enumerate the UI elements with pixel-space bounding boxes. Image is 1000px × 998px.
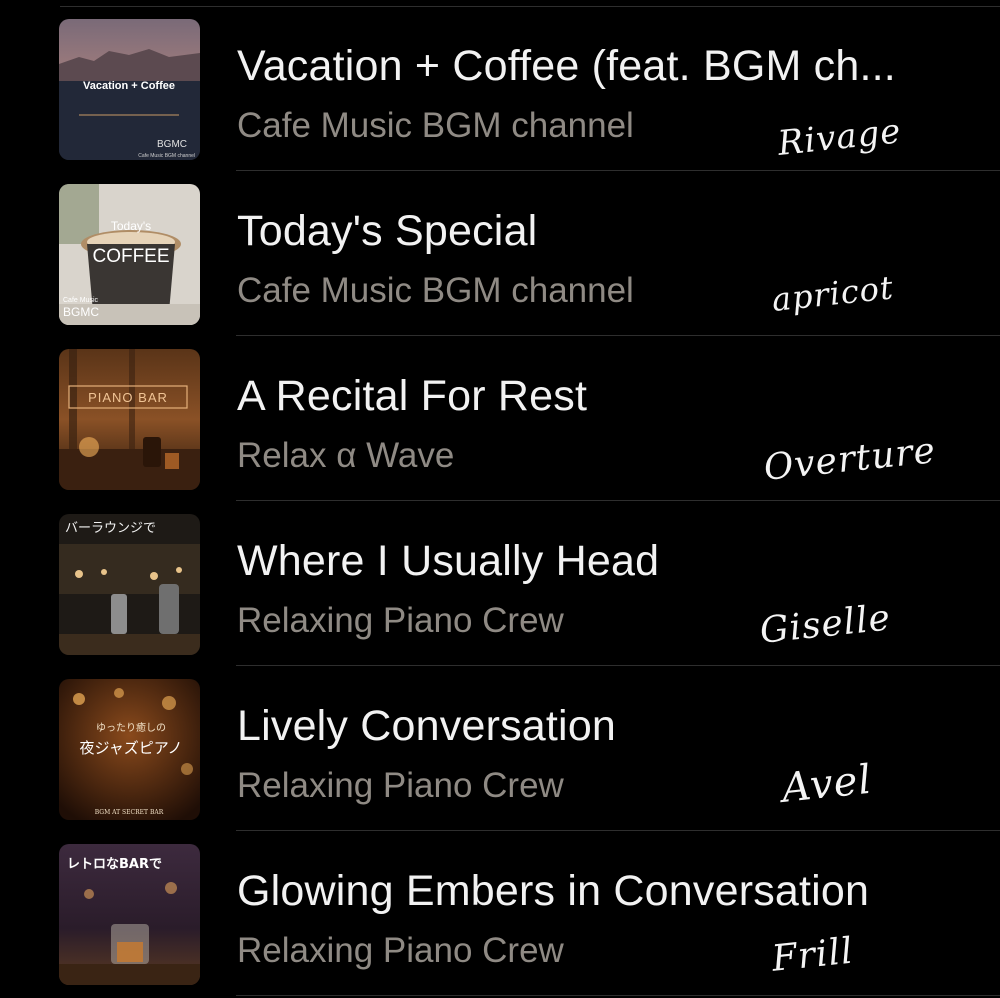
cover-text: レトロなBARで xyxy=(67,857,162,872)
script-signature: Giselle xyxy=(757,597,893,652)
track-title: Glowing Embers in Conversation xyxy=(237,867,870,915)
script-signature: Avel xyxy=(779,756,875,812)
track-title: Lively Conversation xyxy=(237,702,617,750)
cover-title: 夜ジャズピアノ xyxy=(80,739,183,757)
cover-title: COFFEE xyxy=(92,246,169,267)
script-signature: Overture xyxy=(761,430,938,489)
cover-small-text: BGM AT SECRET BAR xyxy=(95,809,164,816)
track-title: Vacation + Coffee (feat. BGM ch... xyxy=(237,42,896,90)
track-artist: Cafe Music BGM channel xyxy=(237,106,634,145)
track-row[interactable]: ゆったり癒しの 夜ジャズピアノ BGM AT SECRET BAR Lively… xyxy=(0,666,1000,831)
track-artist: Relax α Wave xyxy=(237,436,455,475)
harbor-city-cover-art: Vacation + Coffee BGMC Cafe Music BGM ch… xyxy=(59,19,200,160)
cover-text: Vacation + Coffee xyxy=(83,80,175,92)
cover-text: バーラウンジで xyxy=(65,521,156,536)
track-artist: Relaxing Piano Crew xyxy=(237,766,564,805)
track-artist: Relaxing Piano Crew xyxy=(237,931,564,970)
cover-small-text: Cafe Music xyxy=(63,297,99,304)
cover-brand: BGMC xyxy=(63,305,99,319)
cover-small-text: Cafe Music BGM channel xyxy=(138,153,195,159)
cover-text: PIANO BAR xyxy=(88,390,168,405)
cover-brand: BGMC xyxy=(157,139,187,150)
night-jazz-piano-cover-art: ゆったり癒しの 夜ジャズピアノ BGM AT SECRET BAR xyxy=(59,679,200,820)
track-title: A Recital For Rest xyxy=(237,372,588,420)
piano-bar-cover-art: PIANO BAR xyxy=(59,349,200,490)
track-row[interactable]: バーラウンジで Where I Usually Head Relaxing Pi… xyxy=(0,501,1000,666)
script-signature: apricot xyxy=(770,268,896,319)
retro-bar-cover-art: レトロなBARで xyxy=(59,844,200,985)
row-divider xyxy=(236,995,1000,996)
lounge-bar-cover-art: バーラウンジで xyxy=(59,514,200,655)
track-title: Today's Special xyxy=(237,207,538,255)
cover-text: Today's xyxy=(111,219,151,233)
script-signature: Frill xyxy=(769,930,856,980)
track-title: Where I Usually Head xyxy=(237,537,660,585)
cover-text: ゆったり癒しの xyxy=(96,721,166,734)
track-row[interactable]: レトロなBARで Glowing Embers in Conversation … xyxy=(0,831,1000,996)
track-artist: Relaxing Piano Crew xyxy=(237,601,564,640)
track-row[interactable]: Vacation + Coffee BGMC Cafe Music BGM ch… xyxy=(0,6,1000,171)
track-list: Vacation + Coffee BGMC Cafe Music BGM ch… xyxy=(0,0,1000,998)
track-row[interactable]: Today's COFFEE Cafe Music BGMC Today's S… xyxy=(0,171,1000,336)
script-signature: Rivage xyxy=(775,111,904,164)
track-artist: Cafe Music BGM channel xyxy=(237,271,634,310)
track-row[interactable]: PIANO BAR A Recital For Rest Relax α Wav… xyxy=(0,336,1000,501)
coffee-cup-cover-art: Today's COFFEE Cafe Music BGMC xyxy=(59,184,200,325)
